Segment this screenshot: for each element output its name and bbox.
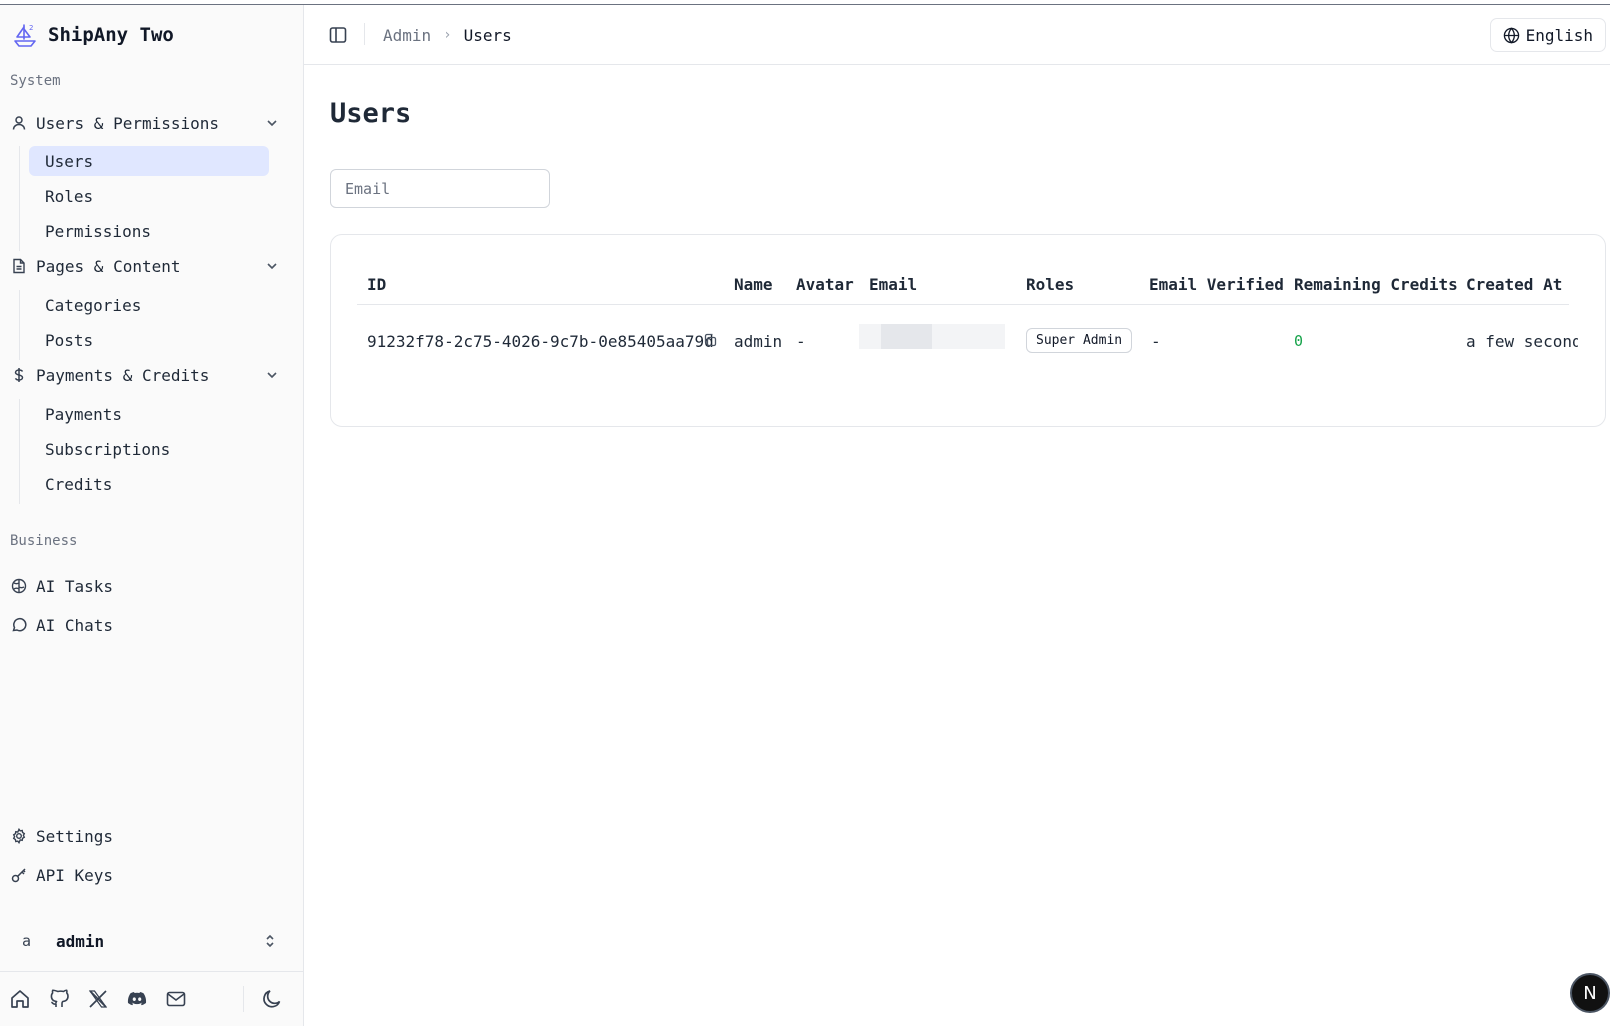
email-search-input[interactable] [330, 169, 550, 208]
chevron-down-icon [267, 120, 277, 127]
globe-icon [1503, 26, 1519, 44]
cell-avatar: - [796, 332, 806, 351]
nav-group-label: Payments & Credits [36, 365, 210, 385]
key-icon [10, 866, 28, 884]
column-header-id[interactable]: ID [367, 275, 386, 294]
sidebar-item-ai-chats[interactable]: AI Chats [10, 609, 290, 641]
sub-list-users-permissions: Users Roles Permissions [19, 146, 279, 251]
sidebar-item-ai-tasks[interactable]: AI Tasks [10, 570, 290, 602]
nav-group-label: Users & Permissions [36, 113, 220, 133]
cell-created-at: a few seconds ago [1466, 332, 1578, 351]
brain-icon [10, 577, 28, 595]
column-header-created-at[interactable]: Created At [1466, 275, 1562, 294]
user-menu[interactable]: a admin [10, 921, 290, 961]
ship-logo-icon: 2 [14, 24, 36, 47]
nav-group-label: Pages & Content [36, 256, 181, 276]
github-icon[interactable] [48, 988, 70, 1010]
language-label: English [1525, 25, 1593, 45]
sub-list-payments-credits: Payments Subscriptions Credits [19, 399, 279, 504]
section-label-business: Business [10, 533, 78, 549]
app-name: ShipAny Two [48, 24, 174, 46]
sidebar-toggle-icon[interactable] [328, 25, 348, 45]
sidebar-item-settings[interactable]: Settings [10, 820, 290, 852]
sidebar-item-permissions[interactable]: Permissions [29, 216, 269, 246]
x-icon[interactable] [87, 988, 109, 1010]
nav-group-users-permissions[interactable]: Users & Permissions [10, 107, 290, 139]
sub-list-pages-content: Categories Posts [19, 290, 279, 360]
nav-group-payments-credits[interactable]: Payments & Credits [10, 359, 290, 391]
cell-name: admin [734, 332, 783, 351]
table-header-divider [357, 304, 1569, 305]
column-header-name[interactable]: Name [734, 275, 773, 294]
nav-item-label: AI Tasks [36, 576, 114, 596]
nextjs-dev-badge[interactable]: N [1570, 973, 1610, 1013]
nav-item-label: Settings [36, 826, 114, 846]
chevrons-up-down-icon [266, 934, 274, 948]
sidebar-item-credits[interactable]: Credits [29, 469, 269, 499]
column-header-roles[interactable]: Roles [1026, 275, 1074, 294]
cell-email-verified: - [1151, 332, 1161, 351]
chevron-down-icon [267, 372, 277, 379]
footer-divider [243, 986, 244, 1012]
user-icon [10, 114, 28, 132]
page-title: Users [330, 98, 412, 129]
chevron-down-icon [267, 263, 277, 270]
sidebar: 2 ShipAny Two System Users & Permissions… [0, 5, 304, 1026]
column-header-avatar[interactable]: Avatar [796, 275, 854, 294]
cell-remaining-credits: 0 [1294, 332, 1304, 350]
sidebar-item-subscriptions[interactable]: Subscriptions [29, 434, 269, 464]
breadcrumb-current: Users [463, 25, 512, 45]
role-badge: Super Admin [1026, 328, 1133, 353]
cell-email-redacted [859, 324, 1005, 349]
gear-icon [10, 827, 28, 845]
breadcrumb-separator-icon: › [443, 27, 452, 43]
sidebar-item-categories[interactable]: Categories [29, 290, 269, 320]
cell-id: 91232f78-2c75-4026-9c7b-0e85405aa79d [367, 332, 714, 351]
breadcrumb: Admin › Users [383, 23, 512, 47]
breadcrumb-admin-link[interactable]: Admin [383, 26, 431, 45]
moon-icon[interactable] [261, 988, 283, 1010]
brand[interactable]: 2 ShipAny Two [12, 17, 174, 53]
svg-text:2: 2 [29, 24, 33, 32]
user-name: admin [56, 931, 105, 951]
discord-icon[interactable] [126, 988, 148, 1010]
sidebar-item-posts[interactable]: Posts [29, 325, 269, 355]
sidebar-item-payments[interactable]: Payments [29, 399, 269, 429]
home-icon[interactable] [9, 988, 31, 1010]
header-divider [364, 23, 365, 45]
dollar-icon [10, 366, 28, 384]
users-table: ID Name Avatar Email Roles Email Verifie… [330, 234, 1606, 427]
column-header-email-verified[interactable]: Email Verified [1149, 275, 1284, 294]
nav-item-label: API Keys [36, 865, 114, 885]
message-circle-icon [10, 616, 28, 634]
sidebar-item-users[interactable]: Users [29, 146, 269, 176]
avatar: a [22, 932, 32, 950]
mail-icon[interactable] [165, 988, 187, 1010]
column-header-email[interactable]: Email [869, 275, 917, 294]
language-switcher-button[interactable]: English [1489, 18, 1606, 52]
section-label-system: System [10, 73, 61, 89]
copy-icon[interactable] [703, 333, 717, 347]
top-header: Admin › Users English [304, 5, 1610, 65]
file-text-icon [10, 257, 28, 275]
nav-item-label: AI Chats [36, 615, 114, 635]
column-header-remaining-credits[interactable]: Remaining Credits [1294, 275, 1458, 294]
nav-group-pages-content[interactable]: Pages & Content [10, 250, 290, 282]
sidebar-footer [0, 971, 304, 1026]
sidebar-item-api-keys[interactable]: API Keys [10, 859, 290, 891]
sidebar-item-roles[interactable]: Roles [29, 181, 269, 211]
